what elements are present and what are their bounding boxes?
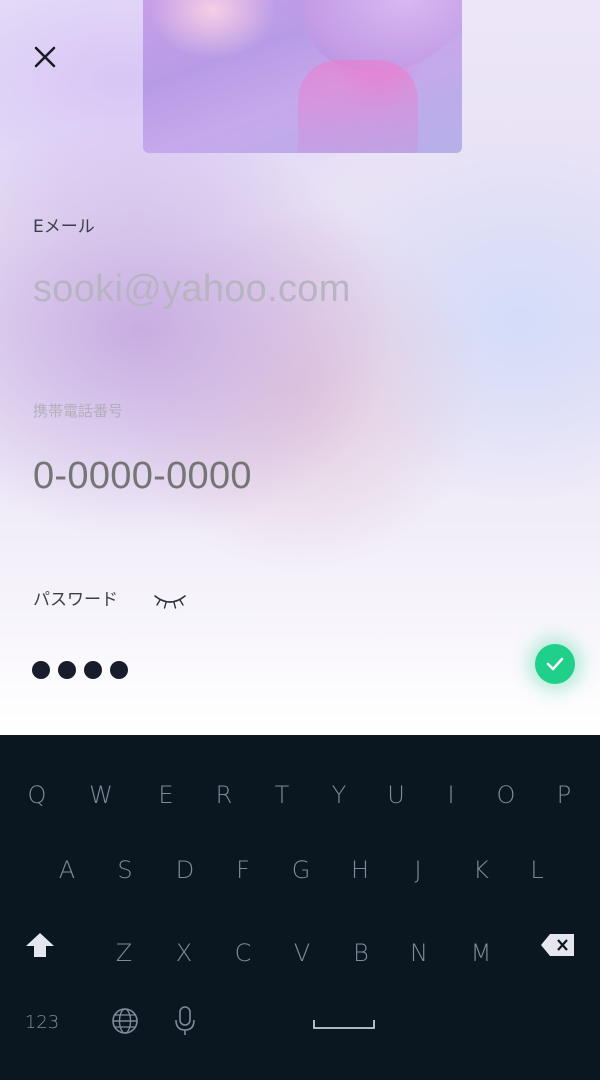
- profile-photo: [143, 0, 462, 153]
- close-icon[interactable]: [32, 44, 58, 70]
- microphone-icon[interactable]: [174, 1005, 196, 1037]
- keyboard-row-1: QWERTYUIOP: [0, 775, 600, 815]
- email-label: Eメール: [33, 217, 95, 237]
- numbers-key[interactable]: 123: [22, 1003, 62, 1043]
- phone-label: 携帯電話番号: [33, 402, 124, 420]
- password-dot: [110, 661, 128, 679]
- signup-screen: Eメール 携帯電話番号 パスワード: [0, 0, 600, 735]
- key-b[interactable]: B: [341, 933, 381, 973]
- key-n[interactable]: N: [399, 933, 439, 973]
- key-i[interactable]: I: [431, 775, 471, 815]
- key-c[interactable]: C: [223, 933, 263, 973]
- key-x[interactable]: X: [164, 933, 204, 973]
- keyboard-row-2: ASDFGHJKL: [0, 850, 600, 890]
- confirm-button[interactable]: [535, 644, 575, 684]
- check-icon: [546, 657, 564, 671]
- email-field[interactable]: [33, 268, 453, 311]
- key-y[interactable]: Y: [319, 775, 359, 815]
- key-j[interactable]: J: [398, 850, 438, 890]
- password-label: パスワード: [33, 590, 118, 610]
- key-t[interactable]: T: [262, 775, 302, 815]
- key-a[interactable]: A: [47, 850, 87, 890]
- key-e[interactable]: E: [146, 775, 186, 815]
- space-bar[interactable]: [313, 1018, 375, 1030]
- key-s[interactable]: S: [105, 850, 145, 890]
- key-q[interactable]: Q: [17, 775, 57, 815]
- key-m[interactable]: M: [461, 933, 501, 973]
- key-z[interactable]: Z: [104, 933, 144, 973]
- key-w[interactable]: W: [81, 775, 121, 815]
- key-p[interactable]: P: [544, 775, 584, 815]
- key-r[interactable]: R: [204, 775, 244, 815]
- key-o[interactable]: O: [486, 775, 526, 815]
- phone-field[interactable]: [33, 455, 453, 498]
- password-dot: [32, 661, 50, 679]
- key-h[interactable]: H: [340, 850, 380, 890]
- globe-icon[interactable]: [111, 1007, 139, 1035]
- key-k[interactable]: K: [461, 850, 501, 890]
- eye-closed-icon[interactable]: [152, 591, 188, 611]
- backspace-icon[interactable]: [540, 933, 576, 957]
- keyboard: QWERTYUIOP ASDFGHJKL ZXCVBNM 123: [0, 735, 600, 1080]
- photo-shape: [298, 60, 418, 153]
- password-field[interactable]: [32, 661, 128, 679]
- password-dot: [84, 661, 102, 679]
- key-f[interactable]: F: [223, 850, 263, 890]
- key-g[interactable]: G: [281, 850, 321, 890]
- shift-icon[interactable]: [24, 931, 56, 959]
- key-l[interactable]: L: [517, 850, 557, 890]
- key-u[interactable]: U: [376, 775, 416, 815]
- key-d[interactable]: D: [165, 850, 205, 890]
- keyboard-row-3: ZXCVBNM: [0, 933, 600, 973]
- password-dot: [58, 661, 76, 679]
- key-v[interactable]: V: [282, 933, 322, 973]
